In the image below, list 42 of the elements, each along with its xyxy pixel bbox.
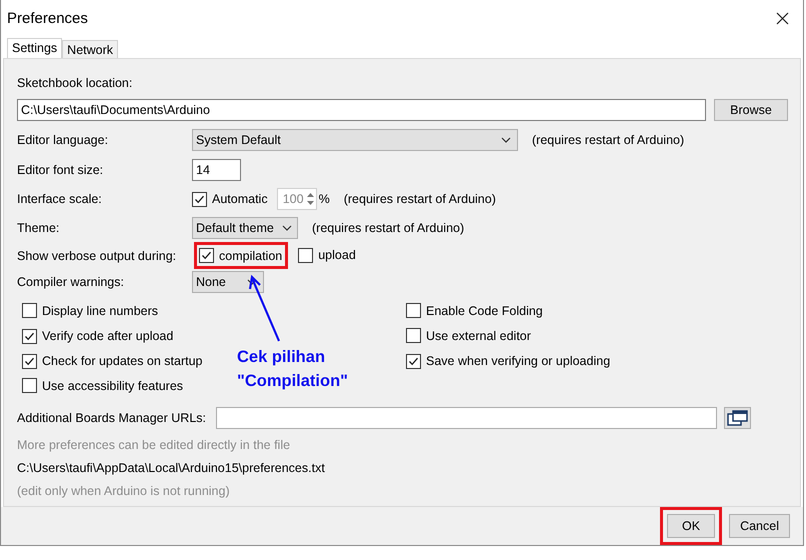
browse-button[interactable]: Browse [714,98,788,121]
arrow [248,274,280,342]
close-icon[interactable] [776,12,789,26]
unit-label: % [318,192,330,206]
field-label: Additional Boards Manager URLs: [17,410,207,425]
chevron-down-icon [282,225,292,232]
checkbox[interactable]: Display line numbers [22,301,162,320]
checkbox[interactable]: compilation [199,246,286,266]
checkbox[interactable]: Use accessibility features [22,376,186,396]
checkbox[interactable]: upload [298,246,359,265]
dropdown[interactable]: System Default [192,129,518,152]
field-label: Editor font size: [17,163,104,178]
dialog-button[interactable]: OK [667,514,716,538]
field-label: Compiler warnings: [17,275,124,290]
restart-note: (requires restart of Arduino) [312,221,464,236]
input-field[interactable]: 14 [192,159,241,182]
info-text: More preferences can be edited directly in the file [17,438,290,452]
field-label: Sketchbook location: [17,76,132,90]
restart-note: (requires restart of Arduino) [344,192,496,206]
field-label: Editor language: [17,133,108,148]
window-button[interactable] [724,406,751,429]
field-label: Interface scale: [17,192,102,206]
tab[interactable]: Settings [7,38,62,58]
input-field[interactable] [216,406,717,429]
dropdown[interactable]: Default theme [192,217,298,240]
field-label: Theme: [17,221,60,236]
dropdown[interactable]: None [192,271,264,294]
checkbox[interactable]: Enable Code Folding [406,301,546,320]
checkbox[interactable]: Verify code after upload [22,326,176,346]
annotation-text: Cek pilihan "Compilation" [237,346,348,392]
dialog-button[interactable]: Cancel [729,514,790,538]
field-label: Show verbose output during: [17,248,176,263]
checkbox[interactable]: Check for updates on startup [22,352,206,371]
chevron-down-icon [501,137,511,144]
window-title: Preferences [7,10,88,28]
tab[interactable]: Network [62,40,118,58]
input-field[interactable]: C:\Users\taufi\Documents\Arduino [17,98,706,121]
restart-note: (requires restart of Arduino) [532,133,684,148]
checkbox[interactable]: Save when verifying or uploading [406,352,614,371]
info-text: C:\Users\taufi\AppData\Local\Arduino15\preferences.txt [17,461,325,476]
info-text: (edit only when Arduino is not running) [17,484,230,498]
checkbox[interactable]: Use external editor [406,326,534,346]
